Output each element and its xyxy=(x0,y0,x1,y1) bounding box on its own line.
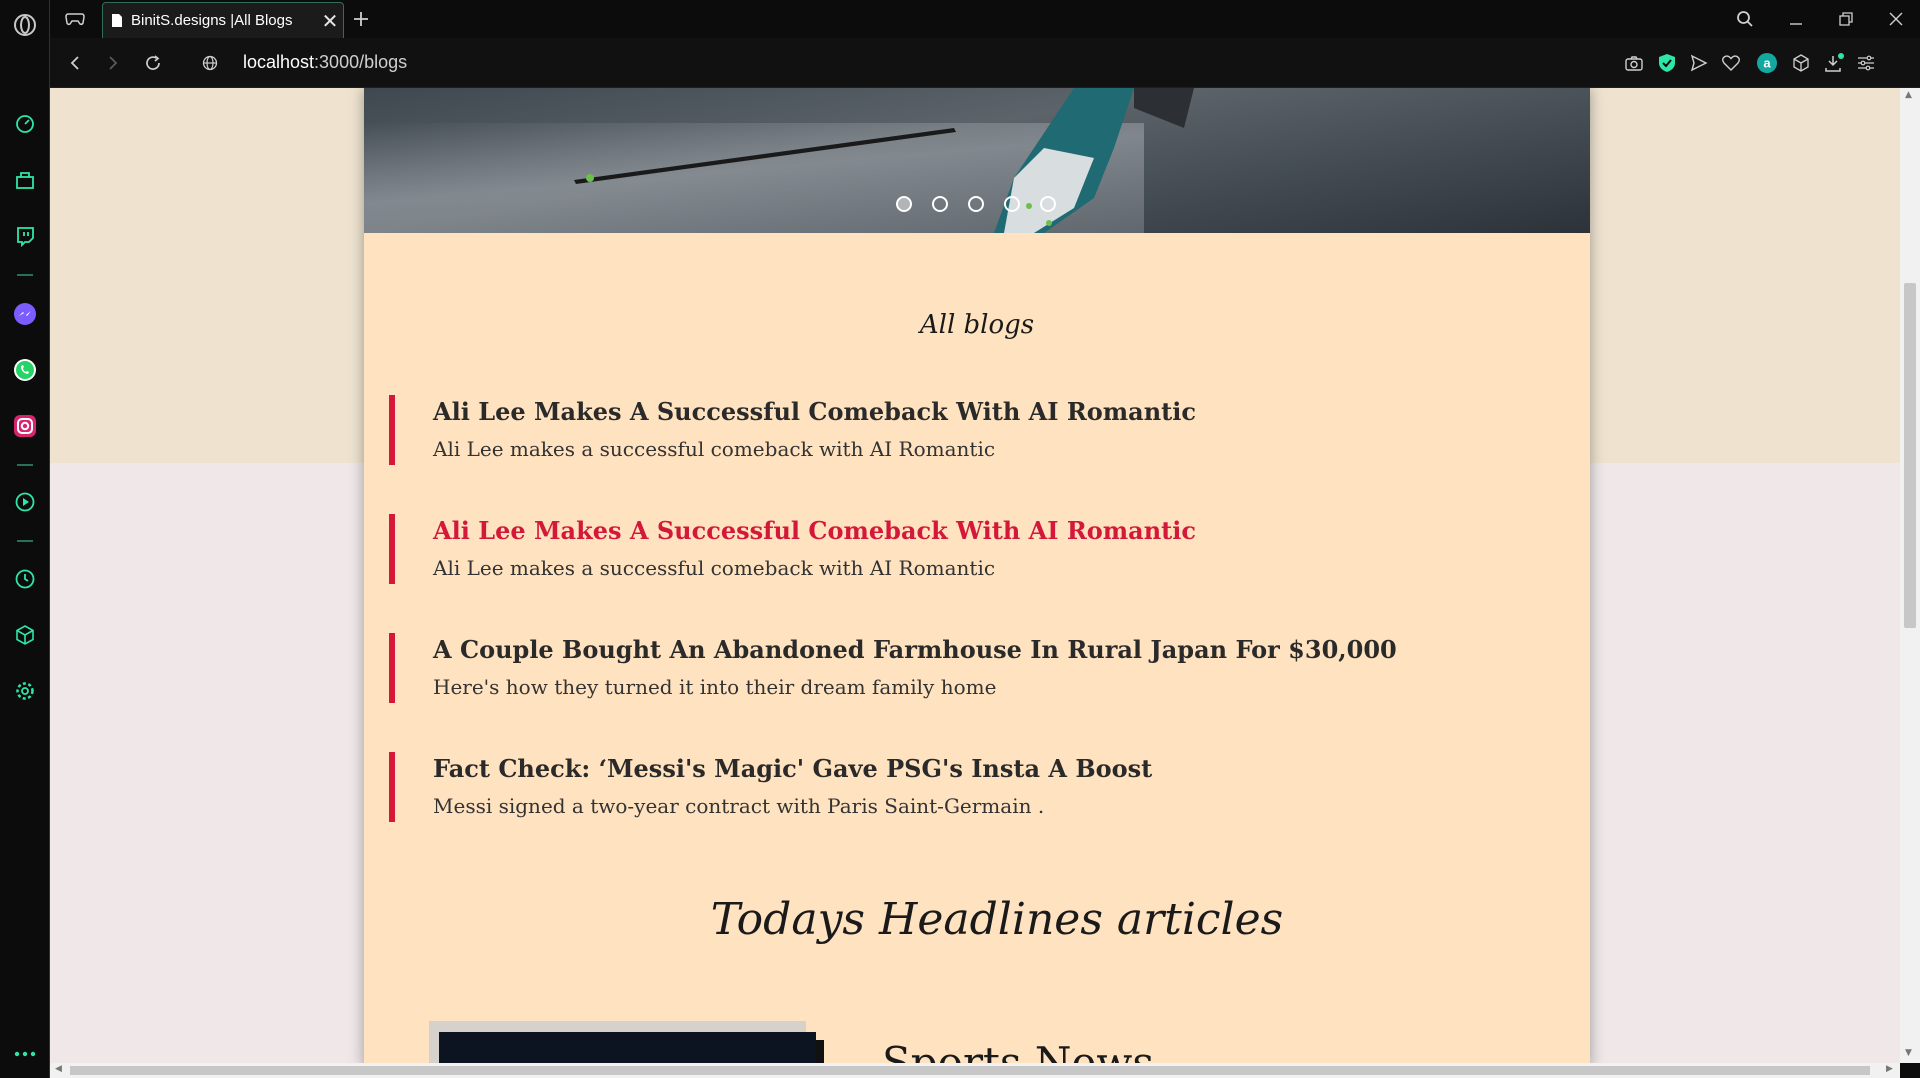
url-path: :3000/blogs xyxy=(314,52,408,72)
blog-title[interactable]: Ali Lee Makes A Successful Comeback With… xyxy=(433,397,1196,426)
vertical-scrollbar-thumb[interactable] xyxy=(1904,283,1916,628)
history-icon[interactable] xyxy=(11,565,39,593)
site-info-globe-icon[interactable] xyxy=(195,48,225,78)
blog-title[interactable]: Fact Check: ‘Messi's Magic' Gave PSG's I… xyxy=(433,754,1152,783)
forward-button[interactable] xyxy=(98,48,128,78)
sidebar-separator xyxy=(17,274,33,276)
blog-card: All blogs Ali Lee Makes A Successful Com… xyxy=(364,88,1590,1063)
download-icon[interactable] xyxy=(1822,51,1846,75)
carousel-dot[interactable] xyxy=(932,196,948,212)
amazon-assistant-icon[interactable]: a xyxy=(1755,51,1779,75)
shield-icon[interactable] xyxy=(1655,51,1679,75)
horizontal-scrollbar[interactable]: ◀ ▶ xyxy=(50,1063,1900,1078)
url-field[interactable]: localhost:3000/blogs xyxy=(243,52,407,73)
sidebar-separator xyxy=(17,464,33,466)
search-tabs-icon[interactable] xyxy=(1730,4,1760,34)
blog-list-item[interactable]: Ali Lee Makes A Successful Comeback With… xyxy=(389,514,1539,586)
skier-illustration xyxy=(574,88,1194,233)
send-icon[interactable] xyxy=(1687,51,1711,75)
scroll-left-arrow-icon[interactable]: ◀ xyxy=(55,1064,62,1074)
blog-description: Ali Lee makes a successful comeback with… xyxy=(433,556,996,580)
instagram-icon[interactable] xyxy=(11,412,39,440)
active-tab[interactable]: BinitS.designs |All Blogs ✕ xyxy=(102,2,344,38)
messenger-icon[interactable] xyxy=(11,300,39,328)
scroll-down-arrow-icon[interactable]: ▼ xyxy=(1905,1048,1912,1058)
blog-description: Messi signed a two-year contract with Pa… xyxy=(433,794,1045,818)
settings-icon[interactable] xyxy=(11,677,39,705)
speed-dial-icon[interactable] xyxy=(11,110,39,138)
blog-list-item[interactable]: A Couple Bought An Abandoned Farmhouse I… xyxy=(389,633,1539,705)
scroll-right-arrow-icon[interactable]: ▶ xyxy=(1886,1064,1893,1074)
extensions-icon[interactable] xyxy=(11,621,39,649)
blog-accent-bar xyxy=(389,395,395,465)
whatsapp-icon[interactable] xyxy=(11,356,39,384)
camera-icon[interactable] xyxy=(1622,51,1646,75)
blog-description: Ali Lee makes a successful comeback with… xyxy=(433,437,996,461)
carousel-dot[interactable] xyxy=(1040,196,1056,212)
close-window-button[interactable] xyxy=(1878,4,1914,34)
cube-icon[interactable] xyxy=(1789,51,1813,75)
blog-accent-bar xyxy=(389,514,395,584)
sidebar-separator xyxy=(17,540,33,542)
blog-title-hovered[interactable]: Ali Lee Makes A Successful Comeback With… xyxy=(433,516,1196,545)
blog-list-item[interactable]: Fact Check: ‘Messi's Magic' Gave PSG's I… xyxy=(389,752,1539,824)
blog-list-item[interactable]: Ali Lee Makes A Successful Comeback With… xyxy=(389,395,1539,467)
tab-bar: BinitS.designs |All Blogs ✕ xyxy=(50,0,1920,38)
gx-corner-icon[interactable] xyxy=(11,166,39,194)
blog-accent-bar xyxy=(389,752,395,822)
address-bar: localhost:3000/blogs a xyxy=(50,38,1920,88)
restore-button[interactable] xyxy=(1828,4,1864,34)
scroll-up-arrow-icon[interactable]: ▲ xyxy=(1905,90,1912,100)
easy-setup-icon[interactable] xyxy=(1854,51,1878,75)
opera-logo-icon[interactable] xyxy=(11,11,39,39)
svg-text:a: a xyxy=(1763,56,1771,71)
player-icon[interactable] xyxy=(11,488,39,516)
carousel-dot[interactable] xyxy=(968,196,984,212)
page-viewport: All blogs Ali Lee Makes A Successful Com… xyxy=(50,88,1900,1063)
hero-carousel[interactable] xyxy=(364,88,1590,233)
minimize-button[interactable] xyxy=(1778,4,1814,34)
browser-sidebar xyxy=(0,0,50,1078)
back-button[interactable] xyxy=(60,48,90,78)
carousel-indicators xyxy=(896,196,1056,212)
headlines-heading: Todays Headlines articles xyxy=(710,894,1284,945)
twitch-icon[interactable] xyxy=(11,222,39,250)
reload-button[interactable] xyxy=(138,48,168,78)
blog-accent-bar xyxy=(389,633,395,703)
new-tab-button[interactable] xyxy=(346,4,376,34)
article-thumbnail[interactable] xyxy=(439,1032,816,1063)
all-blogs-heading: All blogs xyxy=(919,310,1035,340)
document-icon xyxy=(111,13,123,28)
heart-icon[interactable] xyxy=(1719,51,1743,75)
blog-description: Here's how they turned it into their dre… xyxy=(433,675,997,699)
close-tab-icon[interactable]: ✕ xyxy=(317,9,343,33)
article-heading[interactable]: Sports News xyxy=(882,1038,1154,1063)
horizontal-scrollbar-thumb[interactable] xyxy=(70,1066,1870,1075)
tab-title: BinitS.designs |All Blogs xyxy=(131,12,293,29)
carousel-dot[interactable] xyxy=(1004,196,1020,212)
gamepad-icon[interactable] xyxy=(60,4,90,34)
vertical-scrollbar[interactable]: ▲ ▼ xyxy=(1900,88,1920,1063)
url-host: localhost xyxy=(243,52,315,72)
carousel-dot[interactable] xyxy=(896,196,912,212)
more-icon[interactable] xyxy=(11,1040,39,1068)
blog-title[interactable]: A Couple Bought An Abandoned Farmhouse I… xyxy=(433,635,1397,664)
